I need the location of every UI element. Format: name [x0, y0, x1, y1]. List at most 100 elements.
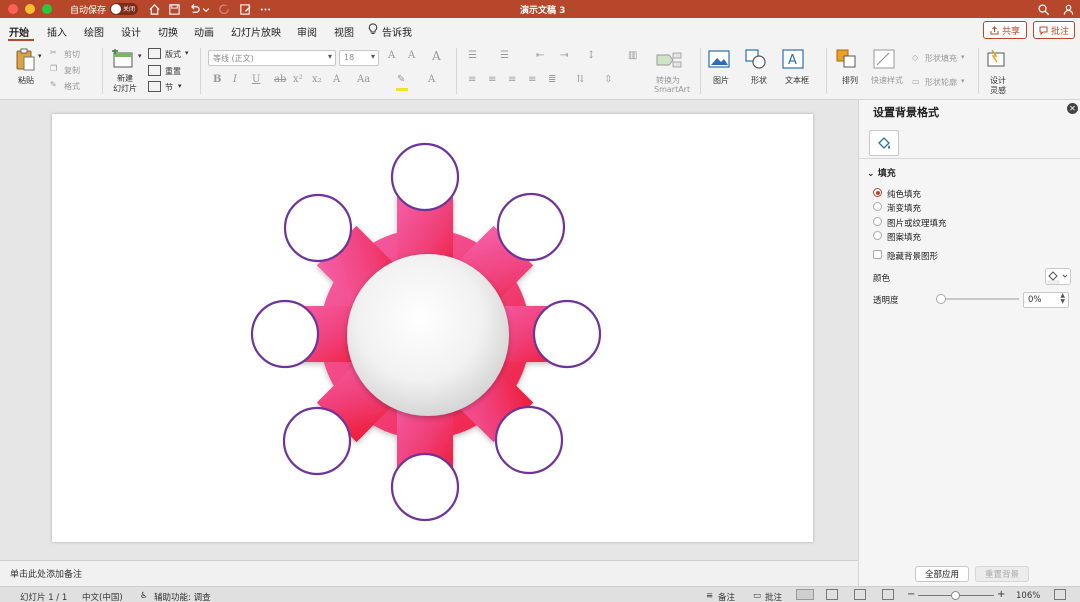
- shape-outline-label[interactable]: 形状轮廓: [925, 77, 957, 88]
- tab-draw[interactable]: 绘图: [84, 24, 104, 39]
- satellite-circle-top-left[interactable]: [283, 193, 353, 263]
- design-ideas-icon[interactable]: [986, 48, 1008, 70]
- redo-icon[interactable]: [216, 1, 232, 17]
- shape-fill-icon[interactable]: ◇: [912, 53, 918, 62]
- section-dropdown-icon[interactable]: ▾: [178, 82, 182, 90]
- arrange-icon[interactable]: [836, 49, 858, 69]
- picture-label[interactable]: 图片: [713, 75, 729, 86]
- color-picker-button[interactable]: [1045, 268, 1071, 285]
- quick-styles-icon[interactable]: [873, 49, 895, 69]
- hide-bg-graphics-checkbox[interactable]: [873, 250, 882, 259]
- shape-outline-dropdown-icon[interactable]: ▾: [961, 77, 965, 85]
- search-icon[interactable]: [1035, 1, 1051, 17]
- apply-to-all-button[interactable]: 全部应用: [915, 566, 969, 582]
- satellite-circle-right[interactable]: [532, 299, 602, 369]
- align-left-icon[interactable]: ≡: [468, 74, 476, 85]
- increase-indent-icon[interactable]: ⇥: [560, 50, 568, 61]
- font-name-select[interactable]: 等线 (正文) ▾: [208, 50, 336, 66]
- textbox-icon[interactable]: A: [782, 49, 804, 69]
- slide-canvas[interactable]: [52, 114, 813, 542]
- design-ideas-label-2[interactable]: 灵感: [990, 85, 1006, 96]
- customize-icon[interactable]: [237, 1, 253, 17]
- comments-toggle-label[interactable]: 批注: [765, 591, 782, 602]
- decrease-indent-icon[interactable]: ⇤: [536, 50, 544, 61]
- zoom-slider-handle[interactable]: [951, 591, 960, 600]
- columns-icon[interactable]: ▥: [628, 50, 637, 61]
- tab-animations[interactable]: 动画: [194, 24, 214, 39]
- picture-texture-fill-label[interactable]: 图片或纹理填充: [887, 217, 947, 229]
- align-right-icon[interactable]: ≡: [508, 74, 516, 85]
- copy-icon[interactable]: ❐: [50, 64, 57, 73]
- share-button[interactable]: 共享: [983, 21, 1027, 39]
- transparency-slider-handle[interactable]: [936, 294, 946, 304]
- satellite-circle-bottom-right[interactable]: [494, 405, 564, 475]
- minimize-window-button[interactable]: [25, 4, 35, 14]
- account-icon[interactable]: [1060, 1, 1076, 17]
- font-size-select[interactable]: 18 ▾: [339, 50, 379, 66]
- cut-icon[interactable]: ✂: [50, 48, 57, 57]
- pattern-fill-label[interactable]: 图案填充: [887, 231, 921, 243]
- paste-label[interactable]: 粘贴: [18, 75, 34, 86]
- solid-fill-label[interactable]: 纯色填充: [887, 188, 921, 200]
- tab-view[interactable]: 视图: [334, 24, 354, 39]
- satellite-circle-top[interactable]: [390, 142, 460, 212]
- shape-icon[interactable]: [745, 49, 767, 69]
- shape-fill-dropdown-icon[interactable]: ▾: [961, 53, 965, 61]
- autosave-toggle[interactable]: 关闭: [110, 3, 138, 15]
- paste-icon[interactable]: [12, 48, 38, 72]
- tab-home[interactable]: 开始: [9, 24, 29, 39]
- satellite-circle-bottom[interactable]: [390, 452, 460, 522]
- zoom-level[interactable]: 106%: [1016, 591, 1040, 601]
- text-direction-icon[interactable]: ⇅: [576, 74, 584, 85]
- bold-icon[interactable]: B: [213, 74, 221, 85]
- cut-label[interactable]: 剪切: [64, 49, 80, 60]
- section-label[interactable]: 节: [165, 82, 173, 93]
- slideshow-view-icon[interactable]: [882, 589, 894, 600]
- tab-insert[interactable]: 插入: [47, 24, 67, 39]
- fill-section-header[interactable]: ⌄ 填充: [867, 166, 896, 179]
- save-icon[interactable]: [166, 1, 182, 17]
- shape-outline-icon[interactable]: ▭: [912, 77, 920, 86]
- transparency-input[interactable]: 0% ▲ ▼: [1023, 292, 1069, 308]
- copy-label[interactable]: 复制: [64, 65, 80, 76]
- font-color-icon[interactable]: A: [428, 74, 435, 85]
- notes-pane[interactable]: 单击此处添加备注: [0, 560, 858, 586]
- new-slide-dropdown-icon[interactable]: ▾: [138, 52, 142, 60]
- transparency-slider-track[interactable]: [939, 298, 1019, 300]
- text-effects-icon[interactable]: A: [333, 74, 340, 85]
- bullets-icon[interactable]: ☰: [468, 50, 477, 61]
- satellite-circle-top-right[interactable]: [496, 192, 566, 262]
- paste-dropdown-icon[interactable]: ▾: [38, 52, 42, 60]
- highlight-color-icon[interactable]: ✎: [397, 74, 405, 85]
- slide-sorter-icon[interactable]: [826, 589, 838, 600]
- reset-icon[interactable]: [148, 65, 161, 76]
- layout-label[interactable]: 版式: [165, 49, 181, 60]
- notes-toggle-icon[interactable]: ≡: [706, 591, 713, 601]
- gradient-fill-label[interactable]: 渐变填充: [887, 202, 921, 214]
- normal-view-icon[interactable]: [796, 589, 814, 600]
- textbox-label[interactable]: 文本框: [785, 75, 809, 86]
- reading-view-icon[interactable]: [854, 589, 866, 600]
- satellite-circle-bottom-left[interactable]: [282, 406, 352, 476]
- quick-styles-label[interactable]: 快速样式: [871, 75, 903, 86]
- format-painter-icon[interactable]: ✎: [50, 80, 57, 89]
- layout-icon[interactable]: [148, 48, 161, 59]
- close-window-button[interactable]: [8, 4, 18, 14]
- section-icon[interactable]: [148, 81, 161, 92]
- subscript-icon[interactable]: x₂: [312, 74, 322, 85]
- increase-font-icon[interactable]: A: [388, 50, 395, 61]
- new-slide-icon[interactable]: [110, 48, 136, 70]
- distributed-icon[interactable]: ≣: [548, 74, 556, 85]
- undo-icon[interactable]: [186, 1, 202, 17]
- zoom-window-button[interactable]: [42, 4, 52, 14]
- strikethrough-icon[interactable]: ab: [274, 74, 286, 85]
- tab-transitions[interactable]: 切换: [158, 24, 178, 39]
- clear-formatting-icon[interactable]: A: [432, 49, 441, 63]
- reset-label[interactable]: 重置: [165, 66, 181, 77]
- numbering-icon[interactable]: ☰: [500, 50, 509, 61]
- picture-texture-fill-radio[interactable]: [873, 217, 882, 226]
- pattern-fill-radio[interactable]: [873, 231, 882, 240]
- align-center-icon[interactable]: ≡: [488, 74, 496, 85]
- new-slide-label-2[interactable]: 幻灯片: [113, 83, 137, 94]
- home-icon[interactable]: [146, 1, 162, 17]
